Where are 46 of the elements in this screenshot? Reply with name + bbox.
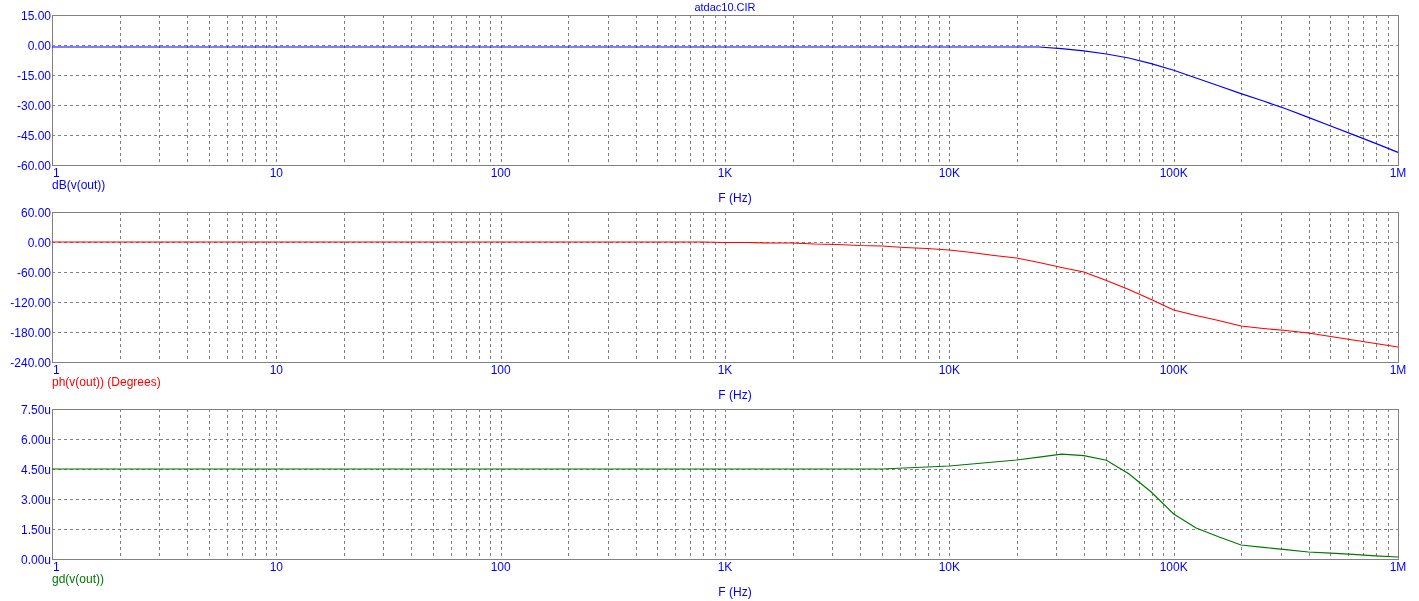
- x-tick-label: 10K: [938, 560, 960, 574]
- x-axis-label: F (Hz): [718, 191, 752, 205]
- y-tick-label: -60.00: [16, 158, 51, 173]
- x-tick-label: 10: [269, 166, 283, 180]
- y-tick-label: 6.00u: [20, 432, 51, 447]
- x-tick-label: 1: [53, 363, 60, 377]
- y-tick-label: 7.50u: [20, 402, 51, 417]
- y-tick-label: 60.00: [20, 205, 51, 220]
- x-tick-label: 100: [490, 560, 511, 574]
- y-tick-label: -30.00: [16, 98, 51, 113]
- y-tick-label: 1.50u: [20, 522, 51, 537]
- x-tick-label: 10K: [938, 363, 960, 377]
- x-tick-label: 10: [269, 560, 283, 574]
- x-tick-label: 1M: [1389, 166, 1407, 180]
- x-tick-label: 100K: [1159, 560, 1188, 574]
- y-tick-label: 0.00: [27, 235, 51, 250]
- y-tick-label: -45.00: [16, 128, 51, 143]
- trace-label[interactable]: ph(v(out)) (Degrees): [52, 375, 161, 389]
- x-tick-label: 10: [269, 363, 283, 377]
- x-tick-label: 100K: [1159, 363, 1188, 377]
- y-tick-label: 3.00u: [20, 492, 51, 507]
- y-tick-label: -180.00: [10, 325, 51, 340]
- x-tick-label: 1M: [1389, 560, 1407, 574]
- y-tick-label: -120.00: [10, 295, 51, 310]
- y-tick-label: 0.00u: [20, 552, 51, 567]
- x-tick-label: 1: [53, 560, 60, 574]
- x-tick-label: 100K: [1159, 166, 1188, 180]
- y-tick-label: -15.00: [16, 68, 51, 83]
- x-tick-label: 1: [53, 166, 60, 180]
- x-tick-label: 1K: [717, 166, 733, 180]
- y-tick-label: 0.00: [27, 38, 51, 53]
- x-tick-label: 100: [490, 166, 511, 180]
- x-tick-label: 100: [490, 363, 511, 377]
- y-tick-label: -60.00: [16, 265, 51, 280]
- trace-label[interactable]: gd(v(out)): [52, 572, 104, 586]
- x-tick-label: 1K: [717, 560, 733, 574]
- y-tick-label: -240.00: [10, 355, 51, 370]
- x-tick-label: 1K: [717, 363, 733, 377]
- x-tick-label: 1M: [1389, 363, 1407, 377]
- y-tick-label: 4.50u: [20, 462, 51, 477]
- y-tick-label: 15.00: [20, 8, 51, 23]
- trace-label[interactable]: dB(v(out)): [52, 178, 106, 192]
- chart-title: atdac10.CIR: [694, 1, 756, 13]
- x-tick-label: 10K: [938, 166, 960, 180]
- x-axis-label: F (Hz): [718, 585, 752, 599]
- x-axis-label: F (Hz): [718, 388, 752, 402]
